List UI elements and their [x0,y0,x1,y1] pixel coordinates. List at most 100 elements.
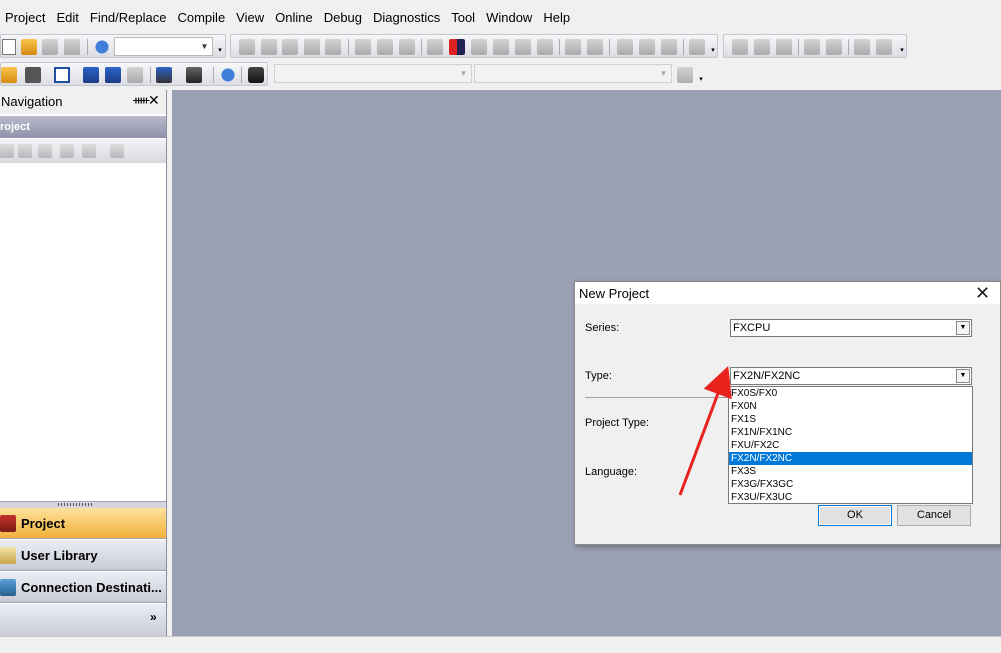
chevron-down-icon[interactable]: ▼ [956,321,970,335]
navigation-header: Navigation ᚔ ✕ [0,90,166,114]
menu-view[interactable]: View [231,6,270,30]
toolbar-icon-k[interactable] [587,39,603,55]
toolbar-icon-f[interactable] [471,39,487,55]
ladder-icon-g[interactable] [876,39,892,55]
type-option[interactable]: FX2N/FX2NC [729,452,972,465]
undo-icon[interactable] [304,39,320,55]
copy-icon[interactable] [261,39,277,55]
menu-find-replace[interactable]: Find/Replace [85,6,173,30]
navigation-window-icon[interactable] [1,67,17,83]
toolbar-icon-m[interactable] [639,39,655,55]
divider [585,397,735,398]
toolbar-icon-g[interactable] [493,39,509,55]
nav-tab-connection-destination[interactable]: Connection Destinati... [0,572,166,603]
type-option[interactable]: FX0N [729,400,972,413]
tree-icon-e[interactable] [82,144,96,158]
navigation-title: Navigation [1,94,63,109]
type-label: Type: [585,370,612,382]
type-option[interactable]: FX1N/FX1NC [729,426,972,439]
toolbar-icon-i[interactable] [537,39,553,55]
toolbar-combo[interactable]: ▼ [114,37,213,56]
close-icon[interactable]: ✕ [975,282,990,304]
search-device-icon[interactable] [186,67,202,83]
new-file-icon[interactable] [2,39,16,55]
binoculars-icon[interactable] [248,67,264,83]
ladder-icon-a[interactable] [732,39,748,55]
toolbar-icon-d[interactable] [427,39,443,55]
toolbar-icon-c[interactable] [399,39,415,55]
window-icon[interactable] [54,67,70,83]
close-icon[interactable]: ✕ [148,92,160,109]
series-select[interactable]: FXCPU ▼ [730,319,972,337]
comment-icon[interactable] [677,67,693,83]
module-icon[interactable] [25,67,41,83]
dialog-title: New Project [579,286,650,301]
ladder-icon-c[interactable] [776,39,792,55]
menu-diagnostics[interactable]: Diagnostics [368,6,446,30]
status-bar [0,636,1001,653]
help-icon[interactable] [94,39,110,55]
ladder-icon-f[interactable] [854,39,870,55]
menu-edit[interactable]: Edit [51,6,84,30]
print-icon[interactable] [64,39,80,55]
type-option[interactable]: FX3U/FX3UC [729,491,972,504]
menu-online[interactable]: Online [270,6,319,30]
menu-tool[interactable]: Tool [446,6,481,30]
type-option[interactable]: FX0S/FX0 [729,387,972,400]
tree-icon-d[interactable] [60,144,74,158]
tree-icon-b[interactable] [18,144,32,158]
cut-icon[interactable] [239,39,255,55]
project-type-label: Project Type: [585,417,649,429]
toolbar-icon-j[interactable] [565,39,581,55]
disabled-combo-2: ▼ [474,64,672,83]
ladder-icon-b[interactable] [754,39,770,55]
chevron-down-icon[interactable]: ▼ [956,369,970,383]
toolbar-icon-a[interactable] [355,39,371,55]
dev-icon-b[interactable] [105,67,121,83]
toolbar-icon-h[interactable] [515,39,531,55]
dev-icon-c[interactable] [127,67,143,83]
nav-tab-label: Project [21,516,66,531]
toolbar-icon-e[interactable] [449,39,465,55]
navigation-overflow[interactable]: » [0,604,166,636]
ladder-icon-e[interactable] [826,39,842,55]
view-toolbar [0,62,268,86]
chevron-right-icon[interactable]: » [150,610,157,624]
type-value: FX2N/FX2NC [733,370,801,382]
standard-toolbar: ▼ ▾ [0,34,226,58]
toolbar-icon-o[interactable] [689,39,705,55]
cancel-button[interactable]: Cancel [897,505,971,526]
save-icon[interactable] [42,39,58,55]
help-icon[interactable] [220,67,236,83]
panel-splitter[interactable] [0,501,166,508]
type-option[interactable]: FXU/FX2C [729,439,972,452]
toolbar-icon-b[interactable] [377,39,393,55]
open-folder-icon[interactable] [21,39,37,55]
nav-tab-user-library[interactable]: User Library [0,540,166,571]
toolbar-icon-n[interactable] [661,39,677,55]
menu-compile[interactable]: Compile [172,6,231,30]
menu-project[interactable]: Project [0,6,51,30]
menu-debug[interactable]: Debug [319,6,368,30]
toolbar-icon-l[interactable] [617,39,633,55]
type-option[interactable]: FX3S [729,465,972,478]
ladder-icon-d[interactable] [804,39,820,55]
type-select[interactable]: FX2N/FX2NC ▼ [730,367,972,385]
redo-icon[interactable] [325,39,341,55]
tree-icon-c[interactable] [38,144,52,158]
type-option[interactable]: FX3G/FX3GC [729,478,972,491]
ok-button[interactable]: OK [818,505,892,526]
menu-help[interactable]: Help [538,6,576,30]
pin-icon[interactable]: ᚔ [133,93,149,107]
project-tree[interactable] [0,165,165,501]
edit-toolbar: ▾ [230,34,718,58]
nav-tab-project[interactable]: Project [0,508,166,539]
user-library-icon [0,547,16,564]
tree-icon-a[interactable] [0,144,14,158]
type-option[interactable]: FX1S [729,413,972,426]
monitor-icon[interactable] [156,67,172,83]
tree-icon-f[interactable] [110,144,124,158]
menu-window[interactable]: Window [481,6,538,30]
dev-icon-a[interactable] [83,67,99,83]
paste-icon[interactable] [282,39,298,55]
